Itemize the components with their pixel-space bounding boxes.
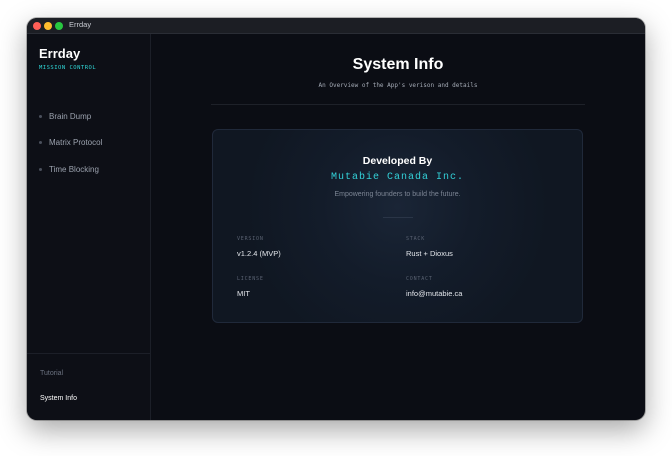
close-window-button[interactable]	[33, 22, 41, 30]
contact-value[interactable]: info@mutabie.ca	[406, 289, 462, 298]
sidebar-divider	[27, 353, 150, 354]
sidebar: Errday MISSION CONTROL Brain Dump Matrix…	[27, 34, 151, 420]
stack-label: STACK	[406, 236, 426, 242]
stack-value: Rust + Dioxus	[406, 249, 453, 258]
app-window: Errday Errday MISSION CONTROL Brain Dump…	[27, 18, 645, 420]
sidebar-item-matrix-protocol[interactable]: Matrix Protocol	[39, 138, 102, 147]
sidebar-item-label: Matrix Protocol	[49, 138, 103, 147]
license-value: MIT	[237, 289, 250, 298]
sidebar-item-tutorial[interactable]: Tutorial	[40, 370, 63, 377]
app-brand-subtitle: MISSION CONTROL	[39, 65, 97, 71]
main-content: System Info An Overview of the App's ver…	[151, 34, 645, 420]
version-label: VERSION	[237, 236, 264, 242]
sidebar-item-brain-dump[interactable]: Brain Dump	[39, 112, 91, 121]
app-brand: Errday	[39, 46, 81, 61]
page-subtitle: An Overview of the App's verison and det…	[318, 82, 478, 89]
company-tagline: Empowering founders to build the future.	[334, 191, 461, 198]
sidebar-item-system-info[interactable]: System Info	[40, 395, 77, 402]
version-value: v1.2.4 (MVP)	[237, 249, 281, 258]
sidebar-item-label: Brain Dump	[49, 112, 92, 121]
bullet-icon	[39, 141, 42, 144]
card-title: Developed By	[362, 155, 433, 167]
title-bar: Errday	[27, 18, 645, 34]
zoom-window-button[interactable]	[55, 22, 63, 30]
license-label: LICENSE	[237, 276, 264, 282]
company-name: Mutabie Canada Inc.	[330, 172, 465, 183]
page-title: System Info	[352, 56, 444, 73]
developer-info-card: Developed By Mutabie Canada Inc. Empower…	[212, 129, 583, 323]
bullet-icon	[39, 115, 42, 118]
window-title: Errday	[69, 20, 92, 29]
bullet-icon	[39, 168, 42, 171]
sidebar-item-label: Time Blocking	[49, 165, 99, 174]
header-divider	[211, 104, 585, 105]
card-divider	[383, 217, 413, 218]
sidebar-item-time-blocking[interactable]: Time Blocking	[39, 165, 99, 174]
minimize-window-button[interactable]	[44, 22, 52, 30]
contact-label: CONTACT	[406, 276, 433, 282]
